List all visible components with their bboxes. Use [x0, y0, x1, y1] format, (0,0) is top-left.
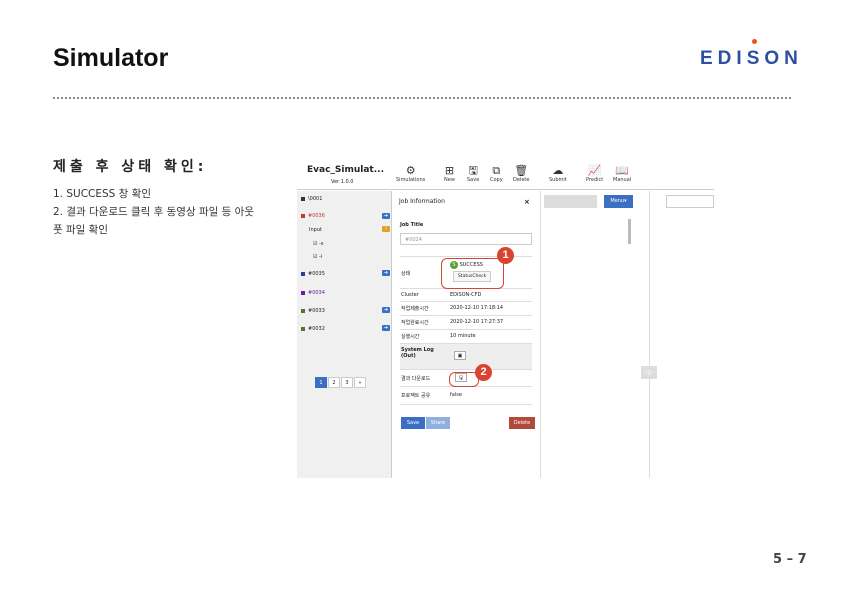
delete-job-button[interactable]: Delete [509, 417, 535, 429]
new-icon: ⊞ [444, 164, 455, 177]
delete-button[interactable]: 🗑 Delete [513, 164, 529, 183]
submit-icon: ☁ [552, 164, 564, 177]
save-button[interactable]: 🖫 Save [467, 164, 479, 183]
close-icon[interactable]: × [524, 198, 530, 206]
simulations-button[interactable]: ⚙ Simulations [396, 164, 425, 183]
sidebar-item-root[interactable]: \0001 [301, 196, 322, 202]
sidebar-item-0032[interactable]: #0032 [301, 326, 325, 332]
field-placeholder [544, 195, 597, 208]
page-number: 5 – 7 [773, 552, 807, 567]
input-badge-icon[interactable]: ! [382, 226, 390, 232]
sidebar-item-input-s[interactable]: ☑ -s [313, 241, 324, 247]
job-icon [301, 271, 305, 276]
job-sidebar: \0001 #0036 ➜ Input ! ☑ -s ☑ -i #0035 ➜ … [297, 191, 392, 478]
table-row: Cluster EDISON-CFD [400, 288, 532, 301]
share-button[interactable]: Share [426, 417, 450, 429]
right-input[interactable] [666, 195, 714, 208]
copy-button[interactable]: ⧉ Copy [490, 164, 503, 183]
resize-handle-icon[interactable]: ◁▷ [641, 366, 657, 379]
delete-icon: 🗑 [514, 164, 529, 177]
predict-button[interactable]: 📈 Predict [586, 164, 603, 183]
step-item: 1. SUCCESS 창 확인 [53, 188, 151, 200]
job-title-input[interactable]: #0024 [400, 233, 532, 245]
open-arrow-icon[interactable]: ➜ [382, 325, 390, 331]
sidebar-item-input[interactable]: Input [309, 227, 322, 233]
job-icon [301, 326, 305, 331]
save-job-button[interactable]: Save [401, 417, 425, 429]
app-name: Evac_Simulat... [307, 165, 384, 175]
app-version: Ver 1.0.0 [331, 179, 354, 185]
open-arrow-icon[interactable]: ➜ [382, 270, 390, 276]
job-icon [301, 213, 305, 218]
open-arrow-icon[interactable]: ➜ [382, 213, 390, 219]
step-item: 2. 결과 다운로드 클릭 후 동영상 파일 등 아웃풋 파일 확인 [53, 206, 254, 236]
step-list: 1. SUCCESS 창 확인 2. 결과 다운로드 클릭 후 동영상 파일 등… [53, 185, 258, 239]
page-next[interactable]: » [354, 377, 366, 388]
job-title-label: Job Title [400, 222, 424, 228]
divider [53, 97, 791, 99]
page-1[interactable]: 1 [315, 377, 327, 388]
open-arrow-icon[interactable]: ➜ [382, 307, 390, 313]
callout-badge: 2 [475, 364, 492, 381]
save-icon: 🖫 [468, 164, 478, 177]
manual-icon: 📖 [615, 164, 629, 177]
callout-badge: 1 [497, 247, 514, 264]
scrollbar[interactable] [628, 219, 631, 244]
sidebar-item-0034[interactable]: #0034 [301, 290, 325, 296]
page-3[interactable]: 3 [341, 377, 353, 388]
page-2[interactable]: 2 [328, 377, 340, 388]
table-row: System Log (Out) [400, 343, 532, 369]
sidebar-item-0036[interactable]: #0036 [301, 213, 325, 219]
job-icon [301, 290, 305, 295]
job-icon [301, 308, 305, 313]
table-row: 프로젝트 공유 false [400, 386, 532, 405]
highlight-circle [441, 258, 504, 289]
job-information-panel: Job Information × Job Title #0024 상태 S S… [393, 191, 541, 478]
new-button[interactable]: ⊞ New [444, 164, 455, 183]
manual-button[interactable]: 📖 Manual [613, 164, 631, 183]
folder-icon [301, 196, 305, 201]
submit-button[interactable]: ☁ Submit [549, 164, 567, 183]
sidebar-item-0033[interactable]: #0033 [301, 308, 325, 314]
pagination: 1 2 3» [315, 377, 367, 388]
app-screenshot: Evac_Simulat... Ver 1.0.0 ⚙ Simulations ⊞… [297, 160, 714, 478]
table-row: 작업완료시간 2020-12-10 17:27:37 [400, 315, 532, 329]
table-row: 실행시간 10 minute [400, 329, 532, 343]
edison-logo: EDISON [700, 39, 803, 69]
section-subtitle: 제출 후 상태 확인: [53, 159, 208, 175]
predict-icon: 📈 [587, 164, 602, 177]
simulations-icon: ⚙ [405, 164, 416, 177]
table-row: 작업제출시간 2020-12-10 17:18:14 [400, 301, 532, 315]
menu-button[interactable]: Menu▾ [604, 195, 633, 208]
toolbar: Evac_Simulat... Ver 1.0.0 ⚙ Simulations ⊞… [297, 160, 714, 190]
system-log-button[interactable]: ▣ [454, 351, 466, 360]
copy-icon: ⧉ [492, 164, 501, 177]
page-title: Simulator [53, 44, 169, 72]
sidebar-item-0035[interactable]: #0035 [301, 271, 325, 277]
sidebar-item-input-i[interactable]: ☑ -i [313, 254, 322, 260]
panel-title: Job Information [399, 198, 445, 205]
divider [649, 191, 650, 478]
